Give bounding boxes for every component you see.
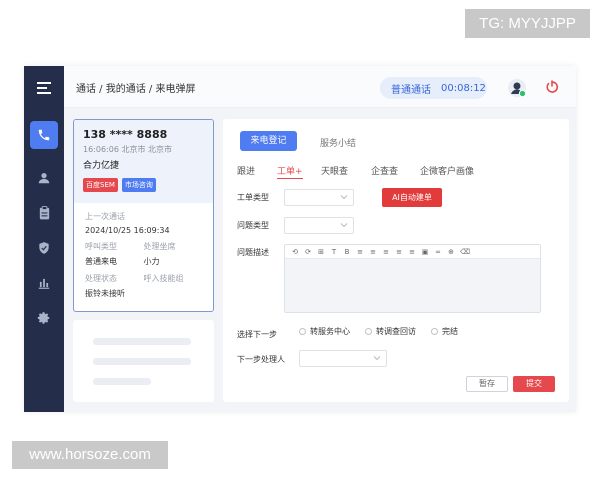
format-icon[interactable]: ⊞ [317, 248, 325, 256]
editor-toolbar: ⟲ ⟳ ⊞ T B ≡ ≡ ≡ ≡ ≡ ▣ ∞ ⊕ ⌫ [285, 245, 540, 259]
agent-label: 处理坐席 [143, 242, 176, 251]
top-header: 通话 / 我的通话 / 来电弹屏 普通通话 00:08:12 [64, 66, 576, 108]
undo-icon[interactable]: ⟲ [291, 248, 299, 256]
save-draft-button[interactable]: 暂存 [466, 376, 508, 392]
skeleton-line [93, 338, 191, 345]
call-status-pill: 普通通话 00:08:12 [380, 77, 487, 99]
status-label: 处理状态 [85, 274, 117, 283]
menu-icon[interactable] [30, 74, 58, 102]
watermark-bottom: www.horsoze.com [12, 441, 168, 469]
radio-survey-callback[interactable]: 转调查回访 [365, 326, 416, 337]
list-icon[interactable]: ≡ [395, 248, 403, 256]
issue-type-label: 问题类型 [237, 221, 269, 230]
agent-avatar-icon[interactable] [507, 78, 527, 98]
description-label: 问题描述 [237, 248, 269, 257]
subtab-wecom-profile[interactable]: 企微客户画像 [420, 164, 474, 177]
call-type-label: 呼叫类型 [85, 242, 117, 251]
link-icon[interactable]: ∞ [434, 248, 442, 256]
power-icon[interactable] [544, 79, 560, 95]
sidebar-item-clipboard[interactable] [30, 199, 58, 227]
chevron-down-icon [340, 195, 348, 200]
gear-icon [37, 312, 50, 324]
redo-icon[interactable]: ⟳ [304, 248, 312, 256]
description-editor[interactable]: ⟲ ⟳ ⊞ T B ≡ ≡ ≡ ≡ ≡ ▣ ∞ ⊕ ⌫ [284, 244, 541, 313]
skeleton-line [93, 358, 191, 365]
radio-circle-icon [299, 328, 306, 335]
text-icon[interactable]: T [330, 248, 338, 256]
indent-icon[interactable]: ≡ [408, 248, 416, 256]
call-timer: 00:08:12 [441, 82, 486, 94]
align-left-icon[interactable]: ≡ [356, 248, 364, 256]
caller-summary: 138 **** 8888 16:06:06 北京市 北京市 合力亿捷 百度SE… [74, 120, 213, 203]
radio-circle-icon [365, 328, 372, 335]
subtab-qichacha[interactable]: 企查查 [371, 164, 398, 177]
last-call-time: 2024/10/25 16:09:34 [85, 226, 170, 235]
clipboard-icon [39, 206, 49, 220]
chevron-down-icon [340, 223, 348, 228]
breadcrumb: 通话 / 我的通话 / 来电弹屏 [76, 84, 196, 95]
tag-market-inquiry: 市场咨询 [121, 178, 156, 192]
subtab-tianyancha[interactable]: 天眼查 [321, 164, 348, 177]
caller-time-location: 16:06:06 北京市 北京市 [83, 145, 173, 154]
shield-icon [39, 242, 49, 254]
subtabs: 跟进 工单+ 天眼查 企查查 企微客户画像 [237, 164, 537, 180]
subtab-ticket[interactable]: 工单+ [277, 164, 303, 177]
caller-phone: 138 **** 8888 [83, 128, 168, 141]
skeleton-line [93, 378, 151, 385]
align-right-icon[interactable]: ≡ [382, 248, 390, 256]
last-call-label: 上一次通话 [85, 212, 125, 221]
subtab-follow-up[interactable]: 跟进 [237, 164, 255, 177]
ticket-type-label: 工单类型 [237, 193, 269, 202]
watermark-top: TG: MYYJJPP [465, 9, 590, 38]
caller-company: 合力亿捷 [83, 161, 120, 171]
clear-icon[interactable]: ⌫ [460, 248, 470, 256]
image-icon[interactable]: ▣ [421, 248, 429, 256]
tab-call-registration[interactable]: 来电登记 [240, 131, 297, 151]
chevron-down-icon [373, 356, 381, 361]
radio-complete[interactable]: 完结 [431, 326, 458, 337]
active-subtab-indicator [277, 178, 303, 179]
emoji-icon[interactable]: ⊕ [447, 248, 455, 256]
phone-icon [38, 129, 50, 141]
caller-tags: 百度SEM 市场咨询 [83, 178, 204, 192]
sidebar-item-user[interactable] [30, 164, 58, 192]
bold-icon[interactable]: B [343, 248, 351, 256]
ticket-type-select[interactable] [284, 189, 354, 206]
next-handler-label: 下一步处理人 [237, 355, 285, 364]
user-icon [38, 173, 50, 184]
sidebar-item-settings[interactable] [30, 304, 58, 332]
issue-type-select[interactable] [284, 217, 354, 234]
caller-history: 上一次通话 2024/10/25 16:09:34 呼叫类型 普通来电 处理坐席… [74, 203, 213, 307]
align-center-icon[interactable]: ≡ [369, 248, 377, 256]
next-step-label: 选择下一步 [237, 330, 277, 339]
status-value: 振铃未接听 [85, 289, 125, 298]
caller-card[interactable]: 138 **** 8888 16:06:06 北京市 北京市 合力亿捷 百度SE… [73, 119, 214, 312]
sidebar-item-shield[interactable] [30, 234, 58, 262]
call-mode-label: 普通通话 [391, 84, 431, 96]
skill-group-label: 呼入技能组 [143, 274, 184, 283]
submit-button[interactable]: 提交 [513, 376, 555, 392]
placeholder-card [73, 320, 214, 402]
sidebar-item-stats[interactable] [30, 269, 58, 297]
bar-chart-icon [38, 278, 50, 289]
app-window: 通话 / 我的通话 / 来电弹屏 普通通话 00:08:12 138 **** … [24, 66, 576, 412]
editor-body[interactable] [285, 259, 540, 312]
main-panel: 来电登记 服务小结 跟进 工单+ 天眼查 企查查 企微客户画像 工单类型 AI自… [223, 119, 569, 402]
sidebar-item-phone[interactable] [30, 121, 58, 149]
tab-service-summary[interactable]: 服务小结 [320, 136, 356, 149]
radio-service-center[interactable]: 转服务中心 [299, 326, 350, 337]
next-handler-select[interactable] [299, 350, 387, 367]
call-type-value: 普通来电 [85, 257, 117, 266]
ai-create-ticket-button[interactable]: AI自动建单 [382, 188, 442, 207]
tag-baidu-sem: 百度SEM [83, 178, 118, 192]
sidebar [24, 66, 64, 412]
radio-circle-icon [431, 328, 438, 335]
agent-value: 小力 [143, 257, 160, 266]
